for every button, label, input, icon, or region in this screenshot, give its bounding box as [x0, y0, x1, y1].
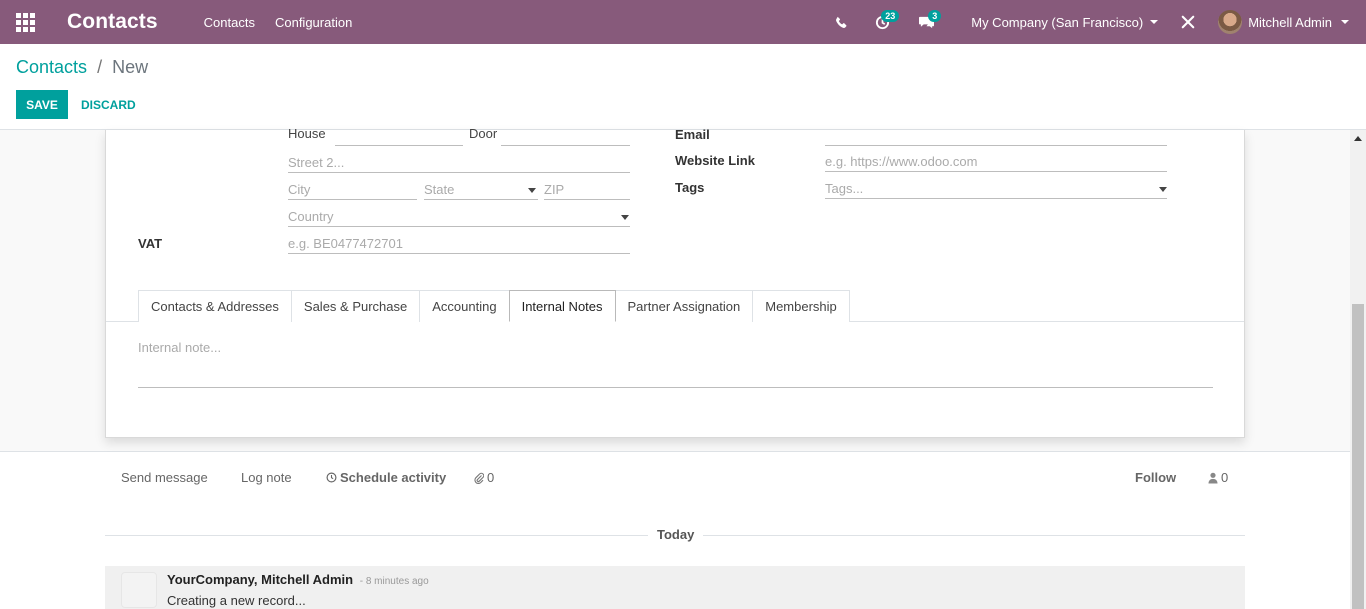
save-button[interactable]: SAVE [16, 90, 68, 119]
city-input[interactable]: City [288, 182, 417, 200]
country-select[interactable]: Country [288, 209, 630, 227]
chevron-down-icon [1341, 20, 1349, 24]
message-count-badge: 3 [928, 10, 942, 22]
user-name: Mitchell Admin [1248, 14, 1332, 30]
tab-internal-notes[interactable]: Internal Notes [508, 290, 616, 322]
scrollbar[interactable] [1350, 130, 1366, 609]
paperclip-icon [474, 472, 484, 484]
breadcrumb: Contacts / New [16, 57, 148, 78]
website-input[interactable]: e.g. https://www.odoo.com [825, 154, 1167, 172]
internal-note-placeholder: Internal note... [138, 340, 222, 355]
debug-tools-icon[interactable] [1178, 0, 1198, 44]
email-label: Email [675, 127, 710, 142]
chevron-down-icon [621, 215, 629, 220]
street2-input[interactable]: Street 2... [288, 155, 630, 173]
user-menu[interactable]: Mitchell Admin [1218, 10, 1349, 34]
vat-input[interactable]: e.g. BE0477472701 [288, 236, 630, 254]
attachments-button[interactable]: 0 [474, 470, 494, 485]
chatter: Send message Log note Schedule activity … [0, 452, 1350, 609]
tab-partner-assignation[interactable]: Partner Assignation [614, 290, 754, 322]
tags-input[interactable]: Tags... [825, 181, 1167, 199]
breadcrumb-separator: / [97, 57, 103, 77]
company-switcher[interactable]: My Company (San Francisco) [971, 14, 1159, 30]
door-label: Door [469, 126, 498, 141]
message-author-line: YourCompany, Mitchell Admin - 8 minutes … [167, 572, 429, 587]
scrollbar-thumb[interactable] [1352, 304, 1364, 609]
state-select[interactable]: State [424, 182, 538, 200]
chatter-message: YourCompany, Mitchell Admin - 8 minutes … [105, 566, 1245, 609]
state-placeholder: State [424, 182, 455, 197]
activity-clock-icon[interactable]: 23 [867, 0, 900, 44]
schedule-activity-label: Schedule activity [340, 470, 447, 485]
top-navbar: Contacts Contacts Configuration 23 3 My … [0, 0, 1366, 44]
house-label: House [288, 126, 326, 141]
website-label: Website Link [675, 153, 755, 168]
followers-count: 0 [1221, 470, 1229, 485]
zip-placeholder: ZIP [544, 182, 565, 197]
scroll-up-arrow-icon[interactable] [1354, 136, 1362, 141]
schedule-activity-button[interactable]: Schedule activity [326, 470, 446, 485]
notebook-tabs: Contacts & Addresses Sales & Purchase Ac… [138, 290, 850, 322]
website-placeholder: e.g. https://www.odoo.com [825, 154, 978, 169]
tab-sales-purchase[interactable]: Sales & Purchase [290, 290, 421, 322]
messages-icon[interactable]: 3 [911, 0, 942, 44]
menu-configuration[interactable]: Configuration [275, 15, 352, 30]
control-panel: Contacts / New SAVE DISCARD [0, 44, 1366, 130]
avatar [121, 572, 157, 608]
internal-note-input[interactable]: Internal note... [138, 340, 1213, 388]
chevron-down-icon [528, 188, 536, 193]
log-note-button[interactable]: Log note [241, 470, 292, 485]
apps-menu-icon[interactable] [0, 0, 50, 44]
menu-contacts[interactable]: Contacts [204, 15, 255, 30]
attachments-count: 0 [487, 470, 495, 485]
tags-placeholder: Tags... [825, 181, 864, 196]
email-input[interactable] [825, 128, 1167, 146]
discard-button[interactable]: DISCARD [81, 90, 136, 119]
date-separator: Today [648, 527, 704, 542]
tab-accounting[interactable]: Accounting [419, 290, 510, 322]
city-placeholder: City [288, 182, 311, 197]
app-title: Contacts [67, 10, 158, 33]
form-sheet: House Door Street 2... City State ZIP Co… [105, 126, 1245, 438]
tags-label: Tags [675, 180, 705, 195]
vat-placeholder: e.g. BE0477472701 [288, 236, 403, 251]
message-time: - 8 minutes ago [359, 576, 429, 587]
phone-icon[interactable] [831, 0, 851, 44]
user-icon [1208, 472, 1218, 483]
company-name: My Company (San Francisco) [971, 14, 1144, 30]
breadcrumb-contacts[interactable]: Contacts [16, 57, 87, 77]
followers-button[interactable]: 0 [1208, 470, 1228, 485]
country-placeholder: Country [288, 209, 334, 224]
form-view: House Door Street 2... City State ZIP Co… [0, 126, 1350, 452]
door-input[interactable] [501, 128, 630, 146]
tab-membership[interactable]: Membership [752, 290, 850, 322]
chevron-down-icon [1159, 187, 1167, 192]
avatar [1218, 10, 1243, 34]
zip-input[interactable]: ZIP [544, 182, 630, 200]
breadcrumb-current: New [112, 57, 149, 77]
street2-placeholder: Street 2... [288, 155, 345, 170]
activity-count-badge: 23 [881, 10, 900, 22]
message-author[interactable]: YourCompany, Mitchell Admin [167, 572, 353, 587]
follow-button[interactable]: Follow [1135, 470, 1176, 485]
clock-icon [326, 472, 337, 483]
house-input[interactable] [335, 128, 463, 146]
vat-label: VAT [138, 236, 163, 251]
tab-contacts-addresses[interactable]: Contacts & Addresses [138, 290, 292, 322]
chevron-down-icon [1150, 20, 1159, 24]
send-message-button[interactable]: Send message [121, 470, 208, 485]
message-body: Creating a new record... [167, 593, 306, 608]
